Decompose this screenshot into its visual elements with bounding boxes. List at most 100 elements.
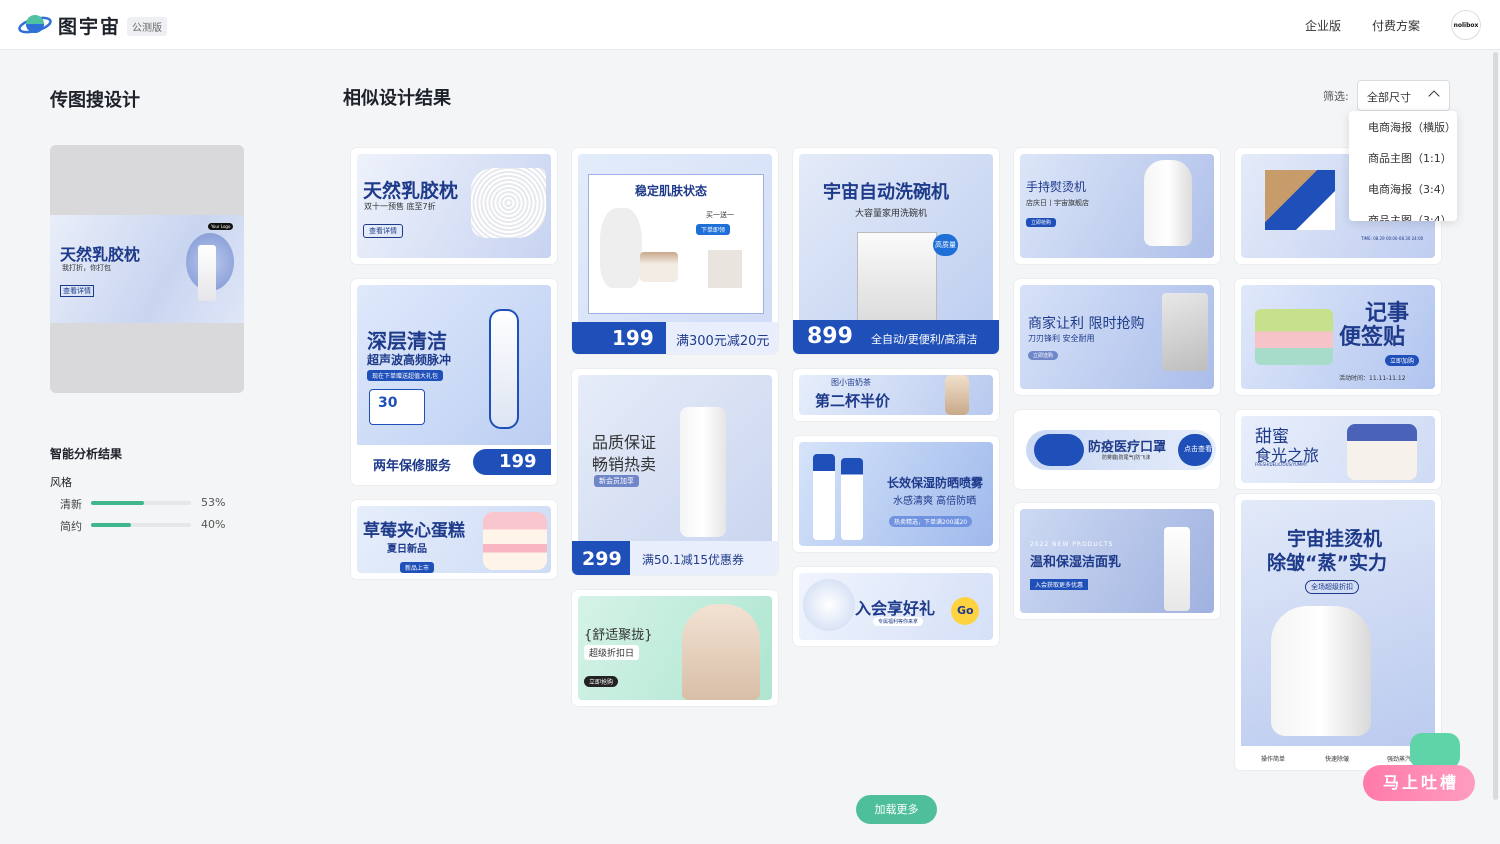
card-button: 新品上市 [400,562,435,573]
design-card[interactable]: 稳定肌肤状态 买一送一 下单即领 199 满300元减20元 [572,148,778,354]
bottle-image [680,407,726,537]
card-subtitle: TIME: 08.29 00:00-08.30 24:00 [1361,236,1424,241]
style-bar-track [91,501,191,505]
top-bar: 图宇宙 公测版 企业版 付费方案 nolibox [0,0,1500,50]
steamer-image [1271,606,1371,736]
style-label: 风格 [50,476,72,489]
card-button: 立即选购 [1028,351,1059,360]
dropdown-option[interactable]: 商品主图（1:1） [1368,150,1452,166]
cta-circle: 点击查看 [1178,434,1212,466]
card-title: 手持熨烫机 [1026,180,1087,194]
card-subtitle: FRESH/DELICIOUS/YUMMY [1255,462,1308,467]
cta-text: 点击查看 [1184,445,1212,453]
design-card[interactable]: 宇宙挂烫机 除皱“蒸”实力 全场超级折扣 操作简单 快速除皱 强劲蒸汽 [1235,494,1441,770]
logo-tag: Your Logo [208,223,234,230]
card-title: 宇宙挂烫机 [1287,528,1383,550]
card-subtitle: 店庆日丨宇宙旗舰店 [1026,199,1089,207]
coupon-value: 30 [378,395,398,411]
uploaded-image: Your Logo 天然乳胶枕 我打折，你打包 查看详情 [50,215,244,323]
design-card[interactable]: 记事 便签贴 立即加购 活动时间：11.11-11.12 [1235,279,1441,395]
card-subtitle: 专属福利等你来拿 [873,617,924,626]
jar-image [640,252,678,282]
brand-name[interactable]: 图宇宙 [58,12,121,39]
avatar[interactable]: nolibox [1451,10,1481,40]
card-subtitle: 双十一预售 底至7折 [364,202,436,211]
style-bar-fill [91,501,144,505]
design-card[interactable]: 深层清洁 超声波高频脉冲 现在下单赠送超值大礼包 30 两年保修服务 199 [351,279,557,485]
card-title-2: 畅销热卖 [592,455,657,474]
card-button: 下单即领 [696,224,731,235]
style-name: 简约 [60,520,82,533]
card-subtitle: 图小宙奶茶 [831,378,871,387]
card-title: 防疫医疗口罩 [1088,440,1167,455]
spray-bottle-image [841,458,863,540]
results-title: 相似设计结果 [343,88,451,109]
design-card[interactable]: {舒适聚拢} 超级折扣日 立即抢购 [572,590,778,706]
analysis-title: 智能分析结果 [50,447,123,461]
card-button: 立即抢购 [584,676,619,687]
card-title-2: 除皱“蒸”实力 [1267,552,1387,574]
design-card[interactable]: 宇宙自动洗碗机 大容量家用洗碗机 高质量 899 全自动/更便利/高清洁 [793,148,999,354]
design-card[interactable]: 长效保湿防晒喷雾 水感清爽 高倍防晒 热卖精选，下单满200减20 [793,436,999,552]
card-title: 入会享好礼 [855,599,936,618]
price: 199 [612,326,654,350]
size-filter-dropdown: 电商海报（横版） 商品主图（1:1） 电商海报（3:4） 商品主图（3:4） [1349,111,1457,221]
style-percent: 53% [201,496,226,509]
card-subtitle: 夏日新品 [387,544,427,555]
load-more-button[interactable]: 加载更多 [856,795,937,824]
design-card[interactable]: 品质保证 畅销热卖 新会员加享 299 满50.1减15优惠券 [572,369,778,575]
feedback-button[interactable]: 马上吐槽 [1363,765,1475,801]
style-row: 简约 40% [60,518,240,533]
flosser-image [489,309,519,429]
design-card[interactable]: 草莓夹心蛋糕 夏日新品 新品上市 [351,500,557,579]
design-card[interactable]: 手持熨烫机 店庆日丨宇宙旗舰店 立即抢购 [1014,148,1220,264]
card-title: 稳定肌肤状态 [635,184,708,198]
design-card[interactable]: 入会享好礼 专属福利等你来拿 Go [793,567,999,646]
dropdown-option[interactable]: 商品主图（3:4） [1368,212,1452,221]
milk-tea-image [945,375,969,415]
card-date: 活动时间：11.11-11.12 [1339,375,1406,382]
planet-logo-icon[interactable] [18,11,52,39]
card-title: 长效保湿防晒喷雾 [887,476,984,490]
card-title: 天然乳胶枕 [363,180,459,202]
page-scrollbar[interactable] [1493,52,1498,800]
card-title: 深层清洁 [367,329,447,353]
design-card[interactable]: 天然乳胶枕 双十一预售 底至7折 查看详情 [351,148,557,264]
card-title: 第二杯半价 [815,392,891,410]
scissors-image [1162,293,1208,371]
offer-text: 全自动/更便利/高清洁 [871,333,978,346]
style-name: 清新 [60,498,82,511]
design-card[interactable]: 防疫医疗口罩 防雾霾|防尾气|防飞沫 点击查看 [1014,410,1220,489]
price-block: 199 [572,322,666,354]
card-subtitle: 防雾霾|防尾气|防飞沫 [1102,455,1151,461]
card-footer: 199 满300元减20元 [572,322,778,354]
nav-pricing[interactable]: 付费方案 [1372,17,1420,34]
cake-image [483,512,547,570]
card-footer-text: 两年保修服务 [373,459,452,474]
design-card[interactable]: 甜蜜 食光之旅 FRESH/DELICIOUS/YUMMY [1235,410,1441,489]
card-footer: 299 满50.1减15优惠券 [572,541,778,575]
feedback-mascot-icon[interactable] [1410,733,1460,769]
price: 899 [807,324,853,349]
design-card[interactable]: 2022 NEW PRODUCTS 温和保湿洁面乳 入会获取更多优惠 [1014,503,1220,619]
design-card[interactable]: 商家让利 限时抢购 刀刃锋利 安全耐用 立即选购 [1014,279,1220,395]
design-card[interactable]: 图小宙奶茶 第二杯半价 [793,369,999,421]
uploaded-image-box[interactable]: Your Logo 天然乳胶枕 我打折，你打包 查看详情 [50,145,244,393]
card-subtitle: 水感清爽 高倍防晒 [893,496,977,507]
nav-enterprise[interactable]: 企业版 [1305,17,1341,34]
box-image [1265,170,1335,230]
card-button: 立即抢购 [1026,218,1057,227]
card-button: 新会员加享 [594,475,639,487]
card-button: 全场超级折扣 [1305,580,1359,594]
style-bar-track [91,523,191,527]
steamer-image [1144,160,1192,246]
price-block: 299 [572,541,630,575]
preview-subtitle: 我打折，你打包 [62,264,111,272]
size-filter-select[interactable]: 全部尺寸 [1357,80,1450,111]
dropdown-option[interactable]: 电商海报（3:4） [1368,181,1452,197]
card-subtitle: 买一送一 [706,211,734,219]
bra-image [682,604,760,700]
sticky-notes-image [1255,309,1333,365]
dropdown-option[interactable]: 电商海报（横版） [1368,119,1456,135]
price: 299 [582,548,622,570]
